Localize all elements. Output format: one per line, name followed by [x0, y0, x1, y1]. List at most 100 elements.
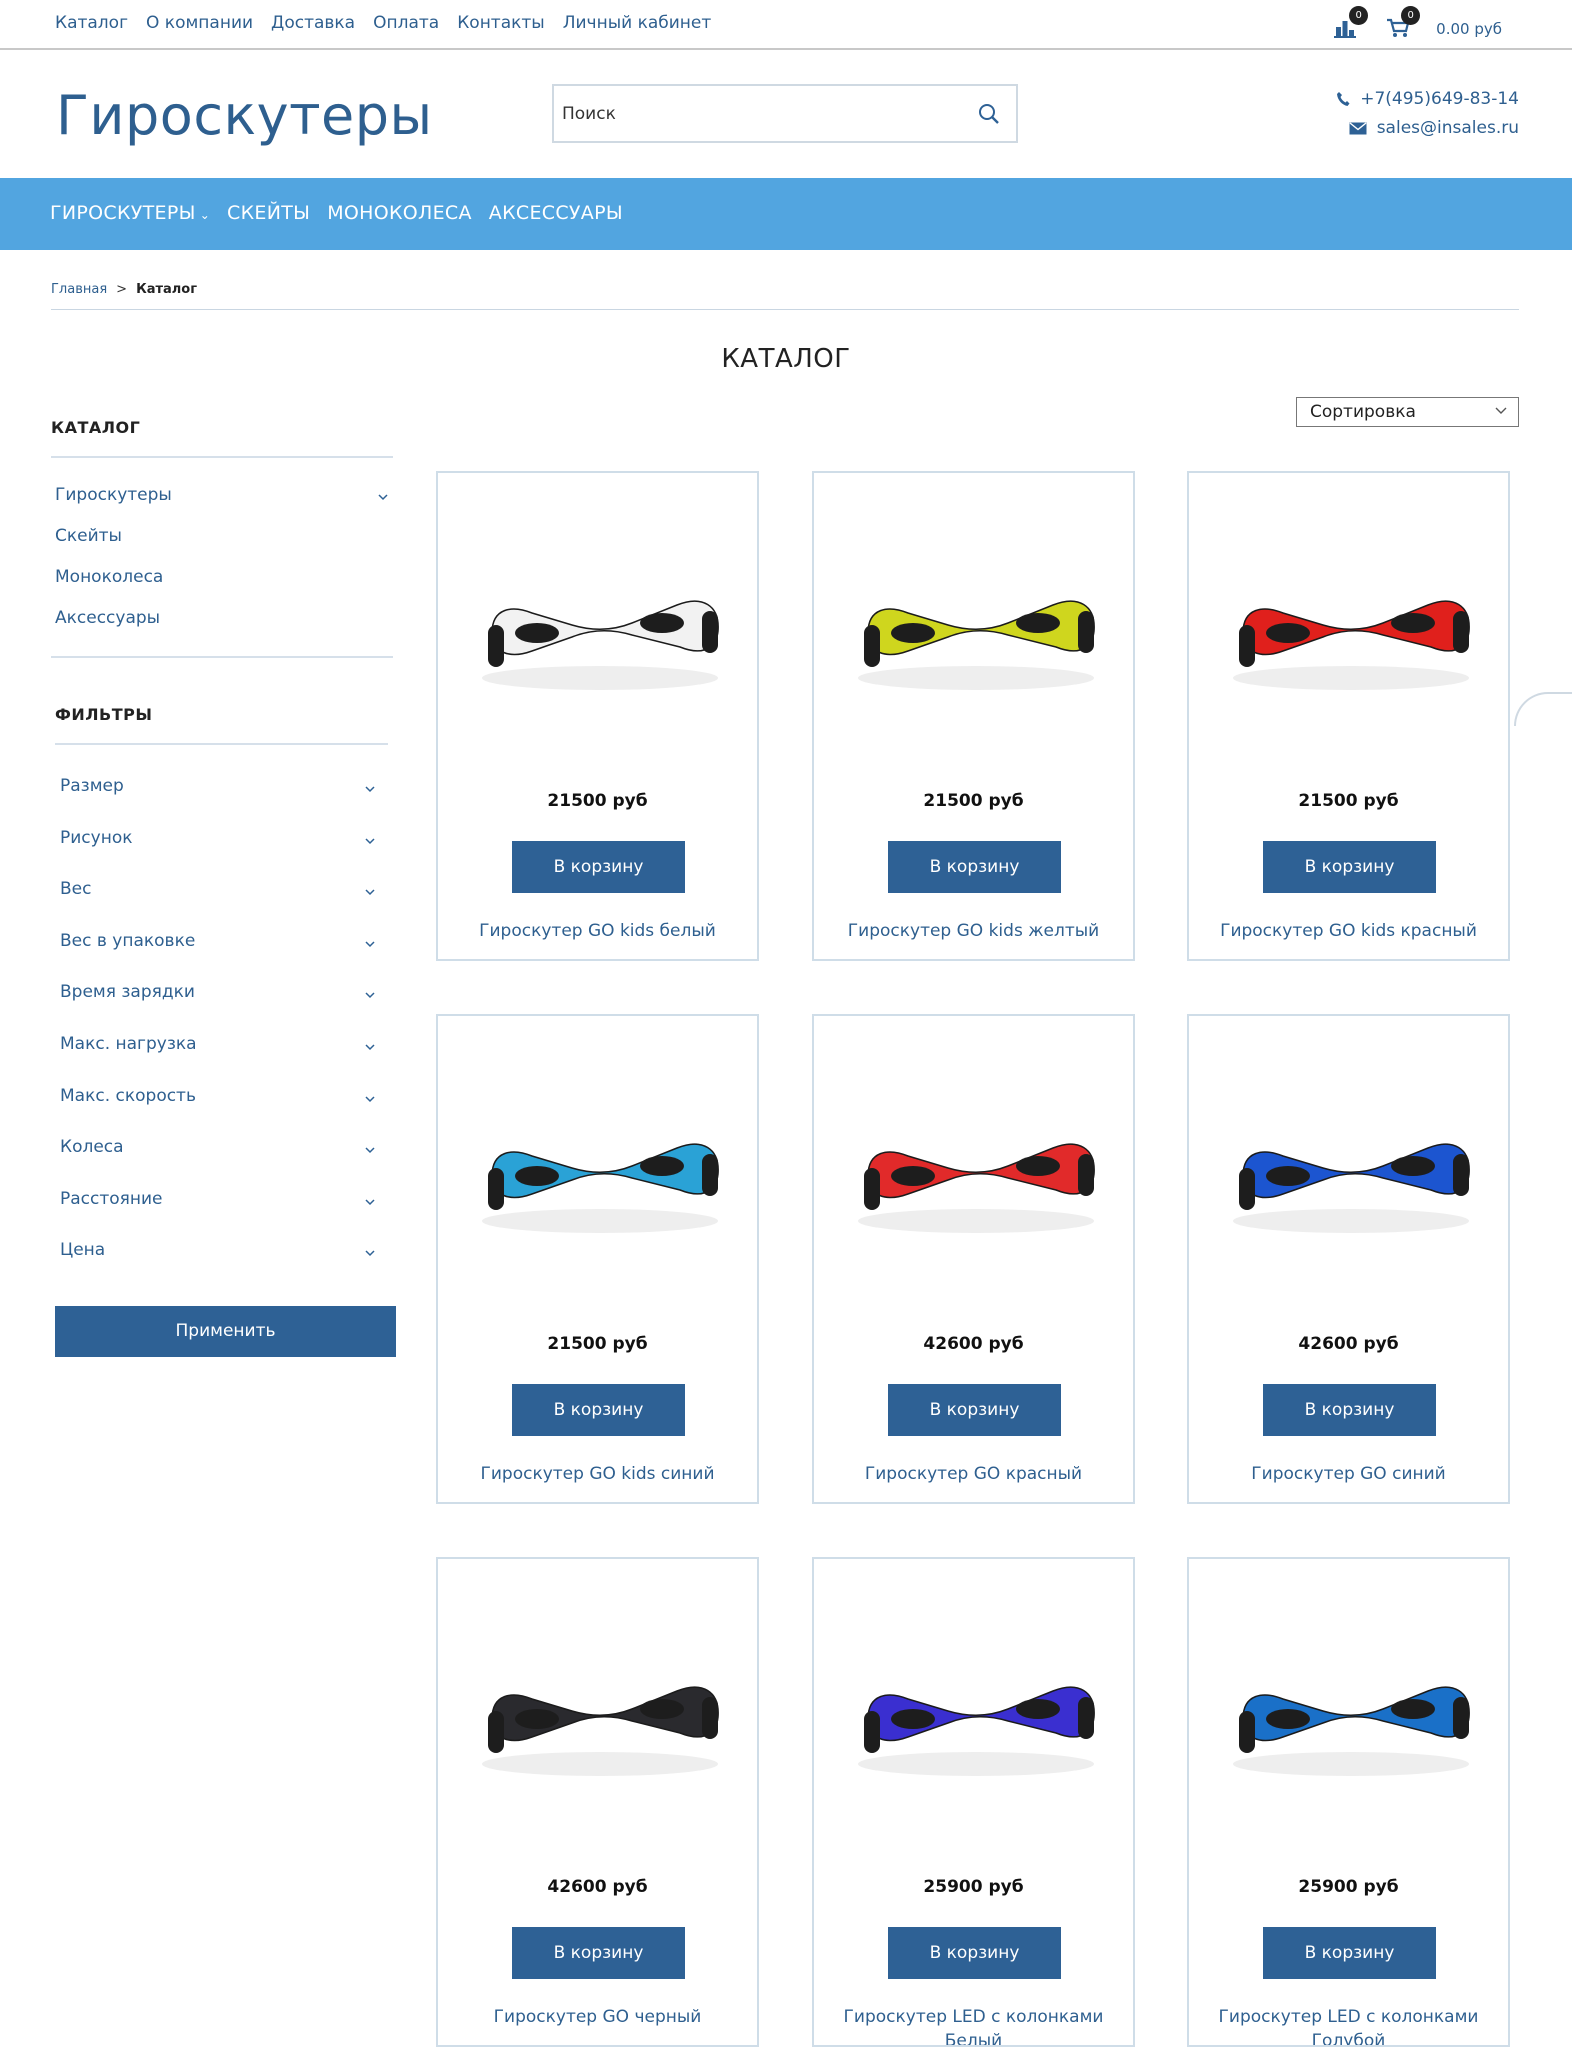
search-icon[interactable]	[978, 103, 1000, 125]
chevron-down-icon[interactable]	[377, 492, 389, 502]
filter-item[interactable]: Макс. скорость	[60, 1086, 196, 1106]
product-card[interactable]: 21500 руб В корзину Гироскутер GO kids жел…	[812, 471, 1135, 961]
product-card[interactable]: 25900 руб В корзину Гироскутер LED с колон…	[812, 1557, 1135, 2047]
product-image[interactable]	[828, 513, 1119, 743]
search-input[interactable]	[554, 86, 954, 141]
product-card[interactable]: 21500 руб В корзину Гироскутер GO kids син…	[436, 1014, 759, 1504]
sidebar-item-hoverboards[interactable]: Гироскутеры	[55, 485, 172, 505]
chevron-down-icon[interactable]	[364, 990, 376, 1000]
filter-item[interactable]: Время зарядки	[60, 982, 195, 1002]
product-name[interactable]: Гироскутер LED с колонками Голубой	[1199, 2005, 1498, 2045]
product-name[interactable]: Гироскутер LED с колонками Белый	[824, 2005, 1123, 2045]
menu-item-hoverboards[interactable]: ГИРОСКУТЕРЫ ⌄	[50, 202, 210, 224]
product-price: 25900 руб	[923, 1877, 1024, 1897]
product-image[interactable]	[1203, 1599, 1494, 1829]
add-to-cart-button[interactable]: В корзину	[888, 1927, 1061, 1979]
filter-item[interactable]: Макс. нагрузка	[60, 1034, 197, 1054]
menu-item-skates[interactable]: СКЕЙТЫ	[227, 202, 310, 224]
sidebar-item-unicycles[interactable]: Моноколеса	[55, 567, 163, 587]
add-to-cart-button[interactable]: В корзину	[512, 1384, 685, 1436]
add-to-cart-button[interactable]: В корзину	[1263, 841, 1436, 893]
topnav-catalog-link[interactable]: Каталог	[55, 13, 128, 33]
menu-item-unicycles[interactable]: МОНОКОЛЕСА	[327, 202, 472, 224]
product-image[interactable]	[452, 513, 743, 743]
add-to-cart-button[interactable]: В корзину	[512, 841, 685, 893]
topnav-about-link[interactable]: О компании	[146, 13, 253, 33]
product-name[interactable]: Гироскутер GO черный	[448, 2005, 747, 2029]
email-address[interactable]: sales@insales.ru	[1377, 118, 1519, 138]
chevron-down-icon[interactable]	[364, 939, 376, 949]
filter-item[interactable]: Размер	[60, 776, 124, 796]
product-name[interactable]: Гироскутер GO синий	[1199, 1462, 1498, 1486]
add-to-cart-button[interactable]: В корзину	[888, 841, 1061, 893]
product-card[interactable]: 42600 руб В корзину Гироскутер GO черный	[436, 1557, 759, 2047]
product-name[interactable]: Гироскутер GO kids синий	[448, 1462, 747, 1486]
add-to-cart-button[interactable]: В корзину	[1263, 1384, 1436, 1436]
filter-item[interactable]: Рисунок	[60, 828, 133, 848]
chevron-down-icon[interactable]	[364, 1042, 376, 1052]
filter-item[interactable]: Вес	[60, 879, 91, 899]
product-card[interactable]: 42600 руб В корзину Гироскутер GO красный	[812, 1014, 1135, 1504]
product-card[interactable]: 25900 руб В корзину Гироскутер LED с колон…	[1187, 1557, 1510, 2047]
topnav-account-link[interactable]: Личный кабинет	[563, 13, 712, 33]
filter-item[interactable]: Расстояние	[60, 1189, 163, 1209]
top-bar: Каталог О компании Доставка Оплата Конта…	[0, 0, 1572, 50]
cart-total[interactable]: 0.00 руб	[1436, 20, 1502, 38]
phone-number[interactable]: +7(495)649-83-14	[1360, 89, 1519, 109]
product-card[interactable]: 42600 руб В корзину Гироскутер GO синий	[1187, 1014, 1510, 1504]
chevron-down-icon[interactable]	[364, 1145, 376, 1155]
sidebar-item-skates[interactable]: Скейты	[55, 526, 122, 546]
chevron-down-icon[interactable]	[364, 1094, 376, 1104]
phone-line: +7(495)649-83-14	[1336, 89, 1519, 109]
breadcrumb-current: Каталог	[136, 282, 198, 297]
product-price: 25900 руб	[1298, 1877, 1399, 1897]
product-image[interactable]	[1203, 513, 1494, 743]
filter-item[interactable]: Вес в упаковке	[60, 931, 195, 951]
topnav-payment-link[interactable]: Оплата	[373, 13, 439, 33]
product-image[interactable]	[452, 1599, 743, 1829]
site-logo[interactable]: Гироскутеры	[56, 84, 433, 147]
chevron-down-icon[interactable]	[364, 1248, 376, 1258]
hoverboard-image	[482, 1686, 719, 1776]
filter-item[interactable]: Цена	[60, 1240, 105, 1260]
chevron-down-icon[interactable]	[364, 784, 376, 794]
main-menu: ГИРОСКУТЕРЫ ⌄ СКЕЙТЫ МОНОКОЛЕСА АКСЕССУАР…	[50, 202, 640, 224]
product-image[interactable]	[828, 1599, 1119, 1829]
topnav-delivery-link[interactable]: Доставка	[271, 13, 355, 33]
product-name[interactable]: Гироскутер GO kids желтый	[824, 919, 1123, 943]
sidebar-divider	[55, 743, 388, 745]
menu-item-accessories[interactable]: АКСЕССУАРЫ	[489, 202, 623, 224]
hoverboard-image	[858, 1143, 1095, 1233]
sidebar-item-accessories[interactable]: Аксессуары	[55, 608, 160, 628]
add-to-cart-button[interactable]: В корзину	[1263, 1927, 1436, 1979]
product-name[interactable]: Гироскутер GO kids белый	[448, 919, 747, 943]
product-card[interactable]: 21500 руб В корзину Гироскутер GO kids кра…	[1187, 471, 1510, 961]
chevron-down-icon: ⌄	[199, 208, 211, 222]
filter-item[interactable]: Колеса	[60, 1137, 124, 1157]
compare-button[interactable]: 0	[1332, 6, 1369, 40]
hoverboard-image	[858, 1686, 1095, 1776]
breadcrumb-separator: >	[116, 282, 128, 297]
product-image[interactable]	[1203, 1056, 1494, 1286]
product-name[interactable]: Гироскутер GO kids красный	[1199, 919, 1498, 943]
cart-button[interactable]: 0	[1384, 6, 1421, 40]
chevron-down-icon[interactable]	[364, 836, 376, 846]
add-to-cart-button[interactable]: В корзину	[512, 1927, 685, 1979]
chevron-down-icon[interactable]	[364, 887, 376, 897]
product-price: 21500 руб	[1298, 791, 1399, 811]
product-price: 42600 руб	[547, 1877, 648, 1897]
product-name[interactable]: Гироскутер GO красный	[824, 1462, 1123, 1486]
product-image[interactable]	[452, 1056, 743, 1286]
sort-select[interactable]: Сортировка	[1296, 397, 1519, 427]
topnav-contacts-link[interactable]: Контакты	[457, 13, 545, 33]
breadcrumb-home[interactable]: Главная	[51, 282, 107, 297]
apply-filters-button[interactable]: Применить	[55, 1306, 396, 1357]
product-price: 42600 руб	[1298, 1334, 1399, 1354]
side-scroll-handle[interactable]	[1514, 692, 1572, 726]
hoverboard-image	[482, 600, 719, 690]
sidebar-catalog-title: КАТАЛОГ	[51, 418, 141, 437]
product-image[interactable]	[828, 1056, 1119, 1286]
product-card[interactable]: 21500 руб В корзину Гироскутер GO kids бел…	[436, 471, 759, 961]
add-to-cart-button[interactable]: В корзину	[888, 1384, 1061, 1436]
chevron-down-icon[interactable]	[364, 1197, 376, 1207]
